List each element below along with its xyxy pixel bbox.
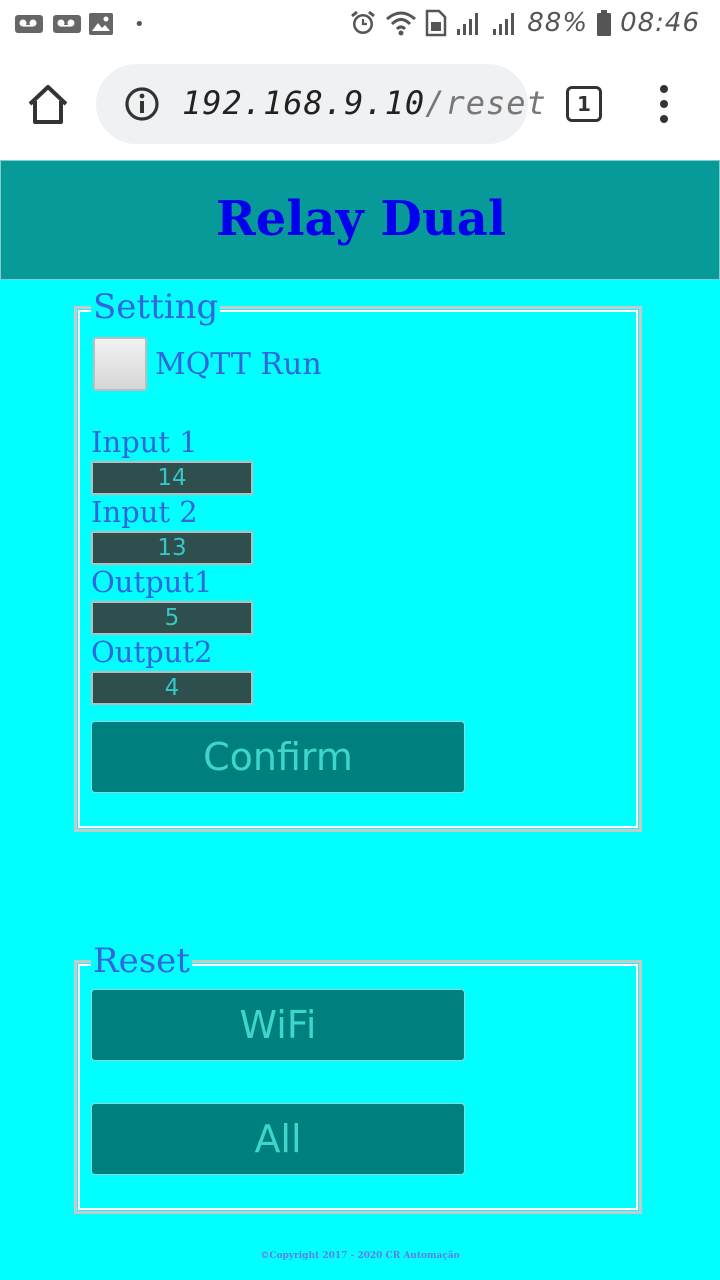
voicemail-icon — [53, 15, 81, 33]
url-text[interactable]: 192.168.9.10/reset — [182, 84, 547, 122]
status-bar: • 88% 08:46 — [0, 0, 720, 48]
reset-all-button[interactable]: All — [91, 1103, 465, 1175]
notification-dot-icon: • — [134, 14, 145, 35]
confirm-button[interactable]: Confirm — [91, 721, 465, 793]
battery-percent: 88% — [527, 8, 589, 38]
sim-card-icon — [426, 9, 447, 37]
signal-strength-icon — [493, 13, 515, 35]
input-1-label: Input 1 — [91, 425, 198, 459]
url-host: 192.168.9.10 — [182, 84, 426, 122]
image-icon — [89, 13, 113, 35]
mqtt-run-checkbox[interactable] — [93, 337, 147, 391]
alarm-icon — [351, 10, 376, 34]
page-title: Relay Dual — [215, 191, 507, 247]
voicemail-icon — [15, 15, 43, 33]
tab-switcher-button[interactable]: 1 — [566, 86, 602, 122]
reset-wifi-button[interactable]: WiFi — [91, 989, 465, 1061]
input-2-field[interactable]: 13 — [91, 531, 253, 565]
info-icon[interactable] — [124, 86, 160, 122]
setting-legend: Setting — [91, 287, 221, 327]
output-2-label: Output2 — [91, 635, 213, 669]
browser-toolbar: 192.168.9.10/reset 1 — [0, 48, 720, 160]
input-1-field[interactable]: 14 — [91, 461, 253, 495]
copyright-footer: ©Copyright 2017 - 2020 CR Automação — [260, 1251, 460, 1261]
battery-icon — [597, 10, 612, 36]
input-2-label: Input 2 — [91, 495, 198, 529]
wifi-icon — [386, 11, 417, 36]
home-icon[interactable] — [26, 82, 70, 126]
signal-strength-icon — [457, 13, 479, 35]
url-path: /reset — [425, 84, 547, 122]
setting-fieldset: Setting MQTT Run Input 1 14 Input 2 13 O… — [74, 289, 642, 832]
reset-fieldset: Reset WiFi All — [74, 943, 642, 1214]
status-icons: 88% 08:46 — [349, 8, 700, 38]
address-bar[interactable]: 192.168.9.10/reset — [96, 64, 546, 144]
output-1-field[interactable]: 5 — [91, 601, 253, 635]
mqtt-run-label: MQTT Run — [155, 347, 322, 382]
more-options-icon[interactable] — [656, 84, 672, 124]
output-1-label: Output1 — [91, 565, 213, 599]
output-2-field[interactable]: 4 — [91, 671, 253, 705]
clock: 08:46 — [620, 8, 700, 38]
page-header: Relay Dual — [0, 160, 720, 280]
reset-legend: Reset — [91, 941, 192, 981]
